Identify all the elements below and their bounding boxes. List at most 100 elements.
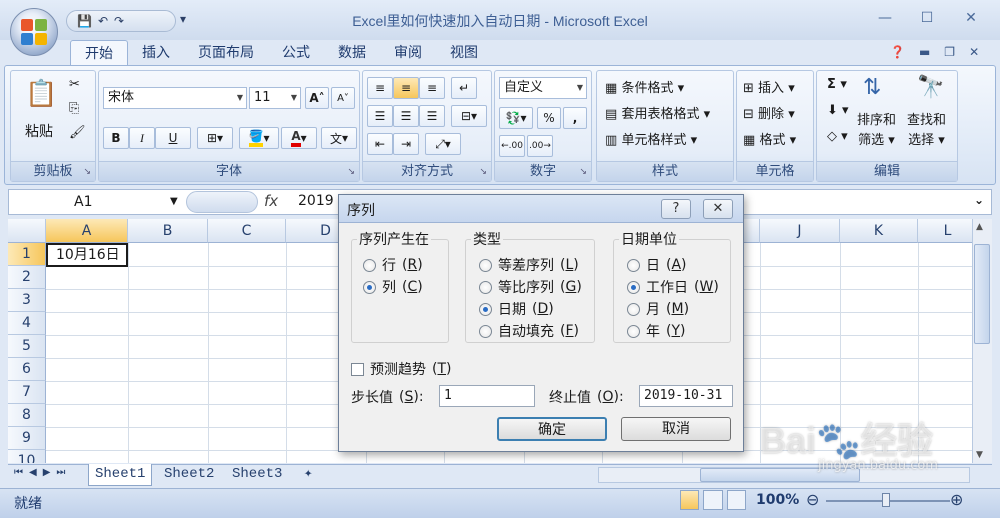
bold-button[interactable]: B [103,127,129,149]
dialog-help-button[interactable]: ? [661,199,691,219]
column-header-c[interactable]: C [208,219,286,243]
restore-button[interactable]: ☐ [916,10,938,28]
type-linear-radio[interactable]: 等差序列 (L) [479,255,579,275]
row-header-2[interactable]: 2 [8,266,46,289]
normal-view-icon[interactable] [680,490,700,510]
insert-sheet-icon[interactable]: ✦ [298,464,318,486]
step-value-input[interactable]: 1 [439,385,535,407]
column-header-k[interactable]: K [840,219,918,243]
tab-view[interactable]: 视图 [436,40,492,66]
increase-decimal-button[interactable]: ← .00 [499,135,525,157]
autosum-button[interactable]: Σ ▾ [827,77,847,92]
column-header-a[interactable]: A [46,219,128,243]
conditional-format-button[interactable]: ▦ 条件格式 ▾ [605,77,684,96]
help-icon[interactable]: ❓ [890,45,905,59]
column-header-l[interactable]: L [918,219,972,243]
page-layout-view-icon[interactable] [703,490,723,510]
underline-button[interactable]: U [155,127,191,149]
row-header-5[interactable]: 5 [8,335,46,358]
row-header-4[interactable]: 4 [8,312,46,335]
font-size-combo[interactable]: 11 ▼ [249,87,301,109]
tab-data[interactable]: 数据 [324,40,380,66]
cell-a1[interactable]: 10月16日 [46,243,128,267]
date-unit-year-radio[interactable]: 年 (Y) [627,321,686,341]
align-bottom-icon[interactable]: ≡ [419,77,445,99]
zoom-slider-thumb[interactable] [882,493,890,507]
scroll-down-icon[interactable]: ▼ [976,450,983,460]
decrease-indent-icon[interactable]: ⇤ [367,133,393,155]
cell-styles-button[interactable]: ▥ 单元格样式 ▾ [605,129,697,148]
dialog-close-button[interactable]: ✕ [703,199,733,219]
series-in-columns-radio[interactable]: 列 (C) [363,277,423,297]
dialog-launcher-icon[interactable]: ↘ [347,167,355,177]
font-name-combo[interactable]: 宋体 ▼ [103,87,247,109]
comma-button[interactable]: , [563,107,587,129]
sort-filter-icon[interactable]: ⇅ [863,75,881,100]
phonetic-button[interactable]: 文 ▾ [321,127,357,149]
column-header-j[interactable]: J [760,219,840,243]
orientation-icon[interactable]: ⤢▾ [425,133,461,155]
decrease-decimal-button[interactable]: .00 → [527,135,553,157]
align-top-icon[interactable]: ≡ [367,77,393,99]
insert-cells-button[interactable]: ⊞ 插入 ▾ [743,77,795,96]
date-unit-month-radio[interactable]: 月 (M) [627,299,689,319]
cancel-button[interactable]: 取消 [621,417,731,441]
row-header-6[interactable]: 6 [8,358,46,381]
name-box[interactable]: A1 ▼ [10,191,186,213]
sort-filter-button[interactable]: 排序和 筛选 ▾ [857,111,896,151]
font-color-button[interactable]: A ▾ [281,127,317,149]
row-header-9[interactable]: 9 [8,427,46,450]
page-break-view-icon[interactable] [726,490,746,510]
formula-input[interactable]: 2019 [298,193,334,209]
minimize-button[interactable]: — [874,10,896,28]
increase-indent-icon[interactable]: ⇥ [393,133,419,155]
sheet-nav-arrows-icon[interactable]: ⏮◀▶⏭ [14,467,71,478]
fill-icon[interactable]: ⬇ ▾ [827,103,849,118]
type-date-radio[interactable]: 日期 (D) [479,299,554,319]
expand-formula-bar-icon[interactable]: ⌄ [974,193,984,207]
find-select-button[interactable]: 查找和 选择 ▾ [907,111,946,151]
scroll-up-icon[interactable]: ▲ [976,222,983,232]
formula-bar-splitter[interactable] [186,191,258,213]
ribbon-restore-icon[interactable]: ❐ [944,45,955,59]
select-all-corner[interactable] [8,219,46,243]
tab-formulas[interactable]: 公式 [268,40,324,66]
sheet-tab-sheet3[interactable]: Sheet3 [226,464,288,486]
row-header-7[interactable]: 7 [8,381,46,404]
clear-icon[interactable]: ◇ ▾ [827,129,848,144]
ribbon-close-icon[interactable]: ✕ [969,45,979,59]
ok-button[interactable]: 确定 [497,417,607,441]
currency-icon[interactable]: 💱▾ [499,107,533,129]
stop-value-input[interactable]: 2019-10-31 [639,385,733,407]
row-header-10[interactable]: 10 [8,450,46,463]
zoom-in-icon[interactable]: ⊕ [950,490,963,509]
dialog-launcher-icon[interactable]: ↘ [83,167,91,177]
percent-button[interactable]: % [537,107,561,129]
zoom-out-icon[interactable]: ⊖ [806,490,819,509]
tab-review[interactable]: 审阅 [380,40,436,66]
cut-icon[interactable]: ✂ [69,77,80,92]
row-header-8[interactable]: 8 [8,404,46,427]
dialog-launcher-icon[interactable]: ↘ [479,167,487,177]
row-header-3[interactable]: 3 [8,289,46,312]
dialog-launcher-icon[interactable]: ↘ [579,167,587,177]
zoom-level[interactable]: 100% [756,492,799,508]
align-middle-icon[interactable]: ≡ [393,77,419,99]
format-painter-icon[interactable]: 🖌 [69,125,86,140]
number-format-combo[interactable]: 自定义 ▼ [499,77,587,99]
insert-function-icon[interactable]: fx [264,192,278,210]
align-right-icon[interactable]: ☰ [419,105,445,127]
type-growth-radio[interactable]: 等比序列 (G) [479,277,582,297]
shrink-font-button[interactable]: A ˅ [331,87,355,109]
date-unit-weekday-radio[interactable]: 工作日 (W) [627,277,719,297]
column-header-b[interactable]: B [128,219,208,243]
align-left-icon[interactable]: ☰ [367,105,393,127]
close-button[interactable]: ✕ [960,10,982,28]
borders-button[interactable]: ⊞▾ [197,127,233,149]
delete-cells-button[interactable]: ⊟ 删除 ▾ [743,103,795,122]
date-unit-day-radio[interactable]: 日 (A) [627,255,687,275]
sheet-tab-sheet2[interactable]: Sheet2 [158,464,220,486]
trend-checkbox[interactable]: 预测趋势 (T) [351,359,452,379]
office-button[interactable] [10,8,58,56]
merge-center-icon[interactable]: ⊟▾ [451,105,487,127]
